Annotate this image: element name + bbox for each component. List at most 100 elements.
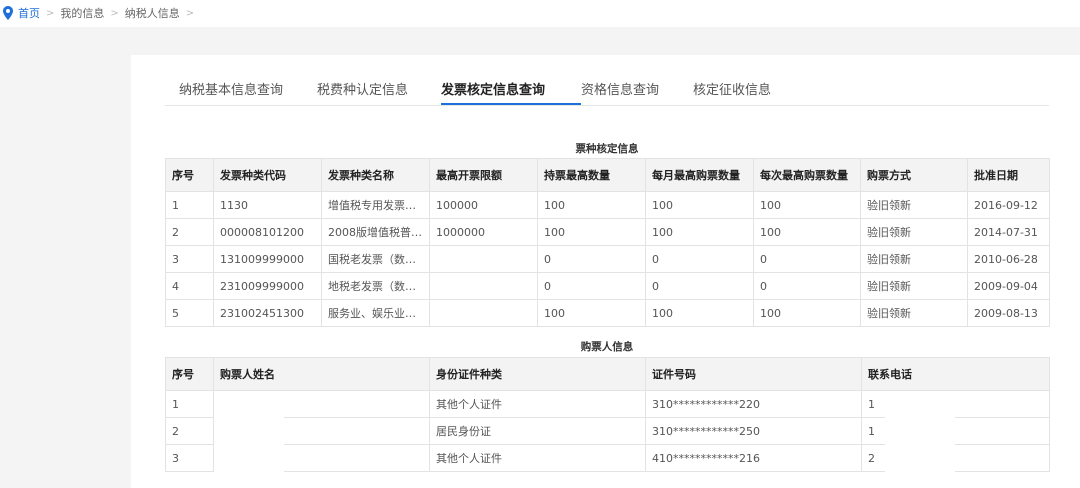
cell-monthly-max: 0 — [645, 245, 754, 273]
table-row: 1 1130 增值税专用发票（中文三联无金额限制版） 100000 100 10… — [165, 191, 1050, 219]
cell-invoice-code: 1130 — [213, 191, 322, 219]
cell-id-number: 410************216 — [645, 444, 862, 472]
cell-purchase-method: 验旧领新 — [860, 218, 968, 246]
cell-id-type: 其他个人证件 — [429, 444, 646, 472]
cell-max-amount — [429, 299, 538, 327]
cell-per-purchase-max: 100 — [753, 218, 861, 246]
cell-max-amount — [429, 272, 538, 300]
cell-approval-date: 2009-08-13 — [967, 299, 1050, 327]
cell-index: 5 — [165, 299, 214, 327]
tab-basic-info[interactable]: 纳税基本信息查询 — [179, 79, 283, 98]
col-header-max-amount: 最高开票限额 — [429, 158, 538, 192]
breadcrumb-home-link[interactable]: 首页 — [18, 5, 40, 21]
active-tab-indicator — [441, 103, 581, 105]
table-row: 4 231009999000 地税老发票（数据迁移用） 0 0 0 验旧领新 2… — [165, 272, 1050, 300]
cell-per-purchase-max: 100 — [753, 191, 861, 219]
cell-approval-date: 2016-09-12 — [967, 191, 1050, 219]
col-header-phone: 联系电话 — [861, 357, 1050, 391]
cell-max-hold: 100 — [537, 299, 646, 327]
col-header-id-number: 证件号码 — [645, 357, 862, 391]
redaction-mask — [885, 395, 955, 419]
cell-max-amount: 1000000 — [429, 218, 538, 246]
table-row: 2 000008101200 2008版增值税普通发票（二联折叠票） 10000… — [165, 218, 1050, 246]
cell-max-hold: 0 — [537, 272, 646, 300]
invoice-table: 序号 发票种类代码 发票种类名称 最高开票限额 持票最高数量 每月最高购票数量 … — [165, 158, 1050, 327]
cell-monthly-max: 100 — [645, 191, 754, 219]
col-header-purchase-method: 购票方式 — [860, 158, 968, 192]
col-header-monthly-max: 每月最高购票数量 — [645, 158, 754, 192]
cell-per-purchase-max: 100 — [753, 299, 861, 327]
location-pin-icon — [3, 6, 13, 20]
cell-invoice-code: 000008101200 — [213, 218, 322, 246]
cell-index: 3 — [165, 444, 214, 472]
cell-id-type: 其他个人证件 — [429, 390, 646, 418]
col-header-invoice-code: 发票种类代码 — [213, 158, 322, 192]
breadcrumb-item-taxpayer-info[interactable]: 纳税人信息 — [125, 5, 180, 21]
redaction-mask — [885, 451, 955, 475]
col-header-id-type: 身份证件种类 — [429, 357, 646, 391]
col-header-index: 序号 — [165, 158, 214, 192]
col-header-buyer-name: 购票人姓名 — [213, 357, 430, 391]
buyer-table-header: 序号 购票人姓名 身份证件种类 证件号码 联系电话 — [165, 357, 1050, 391]
cell-approval-date: 2014-07-31 — [967, 218, 1050, 246]
col-header-invoice-name: 发票种类名称 — [321, 158, 430, 192]
cell-index: 3 — [165, 245, 214, 273]
cell-invoice-code: 231002451300 — [213, 299, 322, 327]
tab-invoice-verification[interactable]: 发票核定信息查询 — [441, 79, 545, 98]
redaction-mask — [214, 395, 284, 475]
breadcrumb-separator: > — [185, 7, 195, 19]
table-row: 3 131009999000 国税老发票（数据迁移用） 0 0 0 验旧领新 2… — [165, 245, 1050, 273]
cell-approval-date: 2009-09-04 — [967, 272, 1050, 300]
cell-purchase-method: 验旧领新 — [860, 245, 968, 273]
left-panel — [0, 27, 131, 488]
table-row: 5 231002451300 服务业、娱乐业、文化体育业发票 100 100 1… — [165, 299, 1050, 327]
col-header-max-hold: 持票最高数量 — [537, 158, 646, 192]
cell-index: 1 — [165, 390, 214, 418]
cell-index: 2 — [165, 417, 214, 445]
cell-id-number: 310************250 — [645, 417, 862, 445]
cell-monthly-max: 0 — [645, 272, 754, 300]
cell-invoice-name: 国税老发票（数据迁移用） — [321, 245, 430, 273]
redaction-mask — [885, 423, 955, 447]
breadcrumb-item-my-info[interactable]: 我的信息 — [60, 5, 104, 21]
cell-approval-date: 2010-06-28 — [967, 245, 1050, 273]
buyer-section-title: 购票人信息 — [580, 341, 634, 353]
col-header-approval-date: 批准日期 — [967, 158, 1050, 192]
cell-max-amount: 100000 — [429, 191, 538, 219]
breadcrumb-separator: > — [110, 7, 119, 19]
main-content: 纳税基本信息查询 税费种认定信息 发票核定信息查询 资格信息查询 核定征收信息 … — [131, 55, 1080, 488]
cell-index: 1 — [165, 191, 214, 219]
cell-invoice-code: 131009999000 — [213, 245, 322, 273]
cell-id-type: 居民身份证 — [429, 417, 646, 445]
top-bar: 首页 > 我的信息 > 纳税人信息 > — [0, 0, 1080, 27]
cell-invoice-name: 地税老发票（数据迁移用） — [321, 272, 430, 300]
tab-qualification[interactable]: 资格信息查询 — [581, 79, 659, 98]
cell-purchase-method: 验旧领新 — [860, 272, 968, 300]
cell-id-number: 310************220 — [645, 390, 862, 418]
cell-max-amount — [429, 245, 538, 273]
tab-bar: 纳税基本信息查询 税费种认定信息 发票核定信息查询 资格信息查询 核定征收信息 — [165, 75, 1049, 106]
cell-purchase-method: 验旧领新 — [860, 191, 968, 219]
col-header-per-purchase-max: 每次最高购票数量 — [753, 158, 861, 192]
cell-max-hold: 100 — [537, 191, 646, 219]
cell-invoice-name: 2008版增值税普通发票（二联折叠票） — [321, 218, 430, 246]
cell-index: 2 — [165, 218, 214, 246]
cell-index: 4 — [165, 272, 214, 300]
tab-tax-type[interactable]: 税费种认定信息 — [317, 79, 408, 98]
breadcrumb-separator: > — [46, 7, 55, 19]
cell-max-hold: 100 — [537, 218, 646, 246]
col-header-index: 序号 — [165, 357, 214, 391]
breadcrumb: 首页 > 我的信息 > 纳税人信息 > — [0, 5, 200, 21]
cell-invoice-code: 231009999000 — [213, 272, 322, 300]
cell-invoice-name: 服务业、娱乐业、文化体育业发票 — [321, 299, 430, 327]
cell-per-purchase-max: 0 — [753, 272, 861, 300]
tab-assessed-collection[interactable]: 核定征收信息 — [693, 79, 771, 98]
invoice-section-title: 票种核定信息 — [575, 143, 639, 155]
invoice-table-header: 序号 发票种类代码 发票种类名称 最高开票限额 持票最高数量 每月最高购票数量 … — [165, 158, 1050, 192]
cell-invoice-name: 增值税专用发票（中文三联无金额限制版） — [321, 191, 430, 219]
cell-monthly-max: 100 — [645, 299, 754, 327]
cell-purchase-method: 验旧领新 — [860, 299, 968, 327]
cell-per-purchase-max: 0 — [753, 245, 861, 273]
cell-monthly-max: 100 — [645, 218, 754, 246]
cell-max-hold: 0 — [537, 245, 646, 273]
